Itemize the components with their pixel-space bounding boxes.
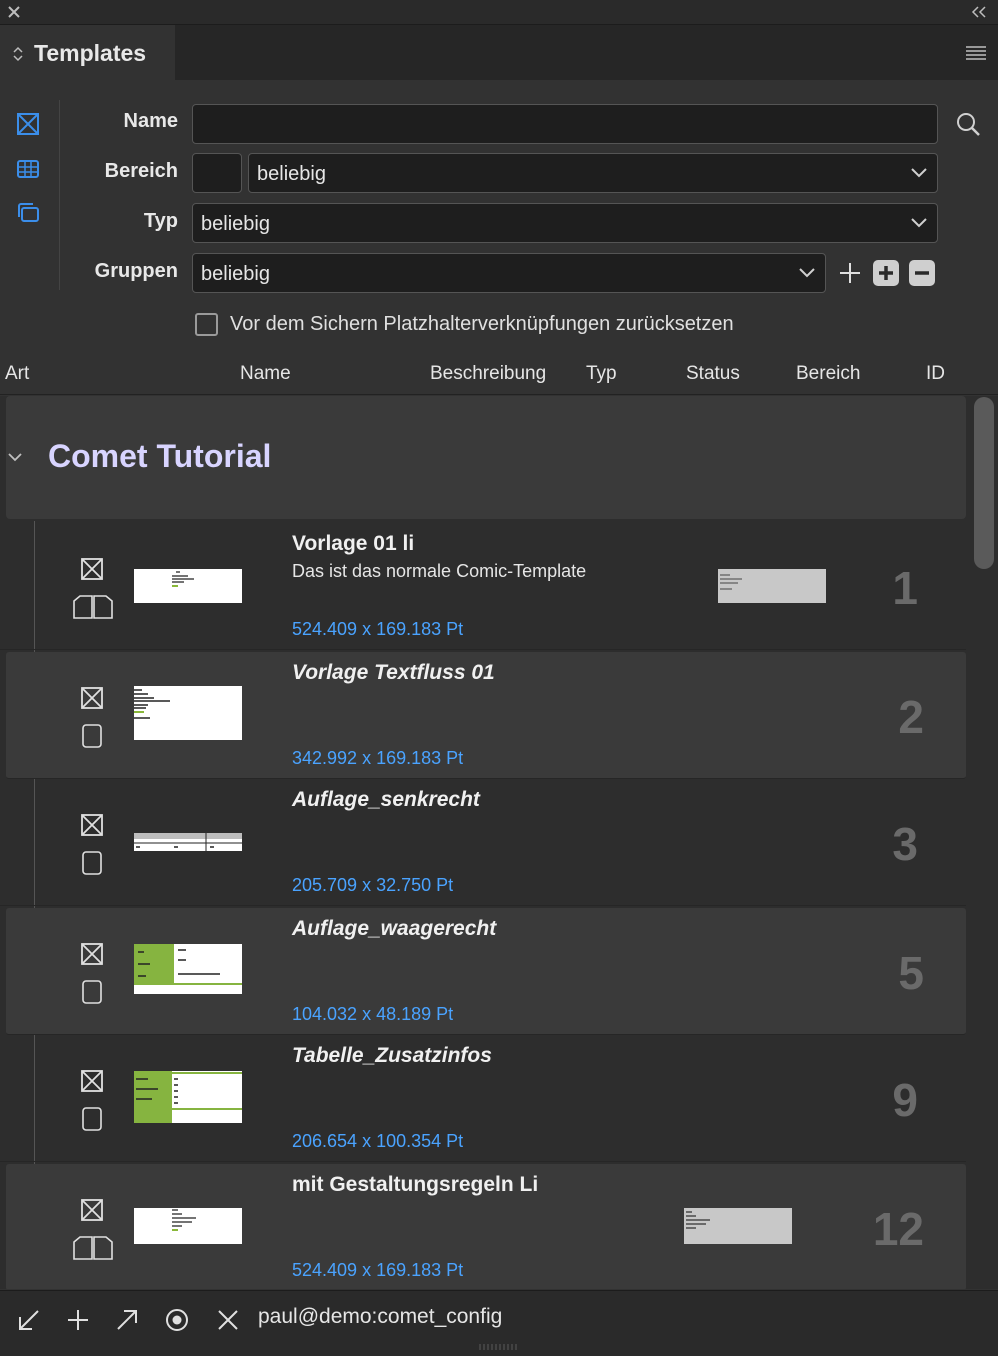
add-group-plus-icon[interactable] [836, 259, 864, 287]
template-list: Comet Tutorial Vorlage 01 li Das ist das… [0, 396, 998, 1289]
view-mode-switcher [0, 100, 60, 290]
bereich-select-value: beliebig [257, 163, 326, 185]
panel-title: Templates [34, 40, 147, 66]
reset-placeholder-links-label: Vor dem Sichern Platzhalterverknüpfungen… [230, 313, 734, 335]
template-name: Auflage_waagerecht [292, 917, 497, 940]
template-preview-thumbnail [134, 833, 242, 851]
template-preview-thumbnail [134, 686, 242, 740]
list-scrollbar[interactable] [974, 397, 994, 569]
template-row[interactable]: Vorlage Textfluss 01 342.992 x 169.183 P… [6, 652, 966, 779]
typ-select-value: beliebig [201, 213, 270, 235]
bereich-select[interactable]: beliebig [248, 153, 938, 193]
column-status[interactable]: Status [686, 363, 740, 385]
spread-pages-icon [73, 595, 113, 619]
template-preview-thumbnail [134, 1071, 242, 1123]
template-preview-thumbnail [134, 569, 242, 603]
chevron-down-icon[interactable] [8, 452, 22, 462]
status-preview-thumbnail [684, 1208, 792, 1244]
panel-menu-icon[interactable] [966, 45, 986, 61]
search-icon[interactable] [955, 111, 981, 137]
arrow-down-left-icon[interactable] [16, 1307, 42, 1333]
template-row[interactable]: Vorlage 01 li Das ist das normale Comic-… [0, 523, 966, 650]
frame-placeholder-icon [81, 1199, 103, 1221]
bereich-id-input[interactable] [192, 153, 242, 193]
template-row[interactable]: Auflage_senkrecht 205.709 x 32.750 Pt 3 [0, 779, 966, 906]
add-group-button-icon[interactable] [872, 259, 900, 287]
template-id: 3 [892, 818, 918, 870]
panel-top-bar [0, 0, 998, 25]
chevron-down-icon [911, 168, 927, 178]
spread-pages-icon [73, 1236, 113, 1260]
template-size: 104.032 x 48.189 Pt [292, 1004, 454, 1024]
template-name: Tabelle_Zusatzinfos [292, 1044, 492, 1067]
template-size: 524.409 x 169.183 Pt [292, 619, 464, 639]
template-description: Das ist das normale Comic-Template [292, 561, 587, 581]
template-id: 9 [892, 1074, 918, 1126]
template-size: 205.709 x 32.750 Pt [292, 875, 454, 895]
panel-tab-row: Templates [0, 25, 998, 80]
plus-icon[interactable] [65, 1307, 91, 1333]
remove-group-button-icon[interactable] [908, 259, 936, 287]
template-row[interactable]: Auflage_waagerecht 104.032 x 48.189 Pt 5 [6, 908, 966, 1035]
tab-templates[interactable]: Templates [0, 25, 175, 80]
template-view-icon[interactable] [16, 112, 40, 136]
single-page-icon [82, 1107, 102, 1131]
status-preview-thumbnail [718, 569, 826, 603]
template-name: Auflage_senkrecht [292, 788, 480, 811]
template-row[interactable]: Tabelle_Zusatzinfos 206.654 x 100.354 Pt… [0, 1035, 966, 1162]
collapse-panel-icon[interactable] [970, 4, 988, 20]
frame-placeholder-icon [81, 814, 103, 836]
template-row[interactable]: mit Gestaltungsregeln Li 524.409 x 169.1… [6, 1164, 966, 1289]
column-typ[interactable]: Typ [586, 363, 617, 385]
group-header[interactable]: Comet Tutorial [6, 396, 966, 519]
single-page-icon [82, 851, 102, 875]
chevron-down-icon [799, 268, 815, 278]
cards-view-icon[interactable] [16, 200, 40, 224]
delete-x-icon[interactable] [215, 1307, 241, 1333]
template-size: 206.654 x 100.354 Pt [292, 1131, 464, 1151]
bereich-label: Bereich [104, 160, 178, 182]
single-page-icon [82, 724, 102, 748]
gruppen-label: Gruppen [94, 260, 178, 282]
template-id: 12 [872, 1203, 924, 1255]
typ-label: Typ [143, 210, 178, 232]
resize-grip-icon[interactable] [478, 1343, 518, 1351]
column-art[interactable]: Art [5, 363, 29, 385]
column-name[interactable]: Name [240, 363, 291, 385]
chevron-down-icon [911, 218, 927, 228]
frame-placeholder-icon [81, 687, 103, 709]
name-input[interactable] [192, 104, 938, 144]
template-id: 1 [892, 562, 918, 614]
template-name: mit Gestaltungsregeln Li [292, 1173, 539, 1196]
template-size: 524.409 x 169.183 Pt [292, 1260, 464, 1280]
frame-placeholder-icon [81, 943, 103, 965]
template-name: Vorlage Textfluss 01 [292, 661, 495, 684]
reset-placeholder-links-checkbox[interactable] [195, 313, 218, 336]
table-view-icon[interactable] [16, 157, 40, 181]
target-icon[interactable] [164, 1307, 190, 1333]
column-beschreibung[interactable]: Beschreibung [430, 363, 546, 385]
column-bereich[interactable]: Bereich [796, 363, 860, 385]
close-icon[interactable] [6, 4, 22, 20]
name-label: Name [123, 110, 178, 132]
group-name: Comet Tutorial [48, 438, 272, 474]
template-preview-thumbnail [134, 944, 242, 994]
gruppen-select[interactable]: beliebig [192, 253, 826, 293]
typ-select[interactable]: beliebig [192, 203, 938, 243]
template-preview-thumbnail [134, 1208, 242, 1244]
template-id: 5 [898, 947, 924, 999]
updown-arrows-icon [13, 46, 23, 62]
arrow-up-right-icon[interactable] [114, 1307, 140, 1333]
template-size: 342.992 x 169.183 Pt [292, 748, 464, 768]
column-header-row: Art Name Beschreibung Typ Status Bereich… [0, 357, 998, 395]
gruppen-select-value: beliebig [201, 263, 270, 285]
single-page-icon [82, 980, 102, 1004]
template-name: Vorlage 01 li [292, 532, 415, 555]
template-id: 2 [898, 691, 924, 743]
frame-placeholder-icon [81, 1070, 103, 1092]
connection-label: paul@demo:comet_config [258, 1305, 503, 1328]
frame-placeholder-icon [81, 558, 103, 580]
templates-panel: Templates Name Bereich beliebig Typ beli… [0, 0, 998, 1356]
column-id[interactable]: ID [926, 363, 945, 385]
